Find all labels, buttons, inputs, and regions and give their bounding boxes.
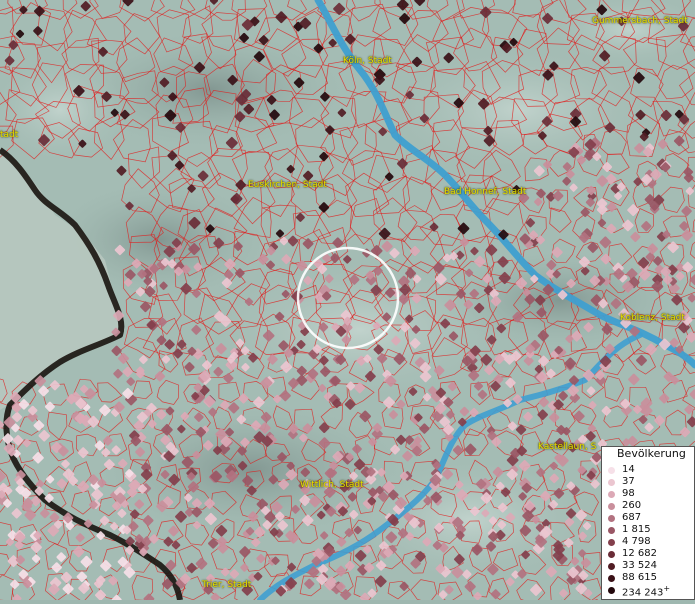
legend-label: 687 [622,512,641,523]
city-label-edge: tadt [0,130,18,140]
city-label-koblenz: Koblenz, Stadt [620,313,685,323]
population-legend: Bevölkerung 1437982606871 8154 79812 682… [601,446,695,600]
legend-swatch [608,491,615,498]
legend-swatch [608,527,615,534]
legend-item: 98 [602,488,694,500]
legend-item: 88 615 [602,572,694,584]
legend-swatch [608,587,615,594]
map-view[interactable]: Gummersbach, Stadt Köln, Stadt tadt Eusk… [0,0,695,600]
legend-label: 37 [622,476,635,487]
legend-title: Bevölkerung [617,447,686,460]
legend-swatch [608,539,615,546]
legend-label: 4 798 [622,536,651,547]
legend-label: 260 [622,500,641,511]
city-label-gummersbach: Gummersbach, Stadt [592,16,688,26]
legend-swatch [608,503,615,510]
legend-label: 1 815 [622,524,651,535]
city-label-bad-honnef: Bad Honnef, Stadt [444,187,526,197]
legend-item: 1 815 [602,524,694,536]
legend-label: 12 682 [622,548,657,559]
legend-swatch [608,467,615,474]
legend-swatch [608,575,615,582]
legend-item: 234 243+ [602,584,694,596]
legend-label: 88 615 [622,572,657,583]
legend-item: 4 798 [602,536,694,548]
map-canvas[interactable] [0,0,695,600]
legend-plus-sign: + [663,584,670,593]
city-label-koeln: Köln, Stadt [343,56,392,66]
city-label-trier: Trier, Stadt [202,580,251,590]
city-label-kastellaun: Kastellaun, S [538,442,596,452]
legend-item: 12 682 [602,548,694,560]
legend-item: 260 [602,500,694,512]
legend-swatch [608,563,615,570]
city-label-euskirchen: Euskirchen, Stadt [248,180,327,190]
legend-swatch [608,551,615,558]
legend-item: 37 [602,476,694,488]
legend-item: 687 [602,512,694,524]
legend-item: 14 [602,464,694,476]
legend-label: 33 524 [622,560,657,571]
legend-label: 14 [622,464,635,475]
legend-item: 33 524 [602,560,694,572]
legend-label: 98 [622,488,635,499]
legend-swatch [608,515,615,522]
city-label-wittlich: Wittlich, Stadt [300,480,364,490]
legend-label: 234 243+ [622,584,670,598]
legend-swatch [608,479,615,486]
